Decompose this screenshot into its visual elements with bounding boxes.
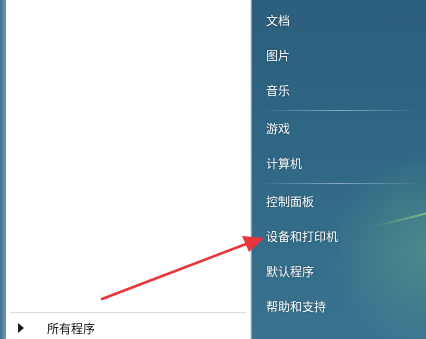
menu-item-games[interactable]: 游戏 — [266, 115, 416, 141]
menu-item-documents[interactable]: 文档 — [266, 7, 416, 33]
play-arrow-icon — [18, 323, 24, 333]
menu-item-devices-and-printers[interactable]: 设备和打印机 — [266, 223, 416, 249]
menu-item-label: 文档 — [266, 13, 291, 28]
menu-item-label: 设备和打印机 — [266, 229, 339, 244]
menu-item-label: 帮助和支持 — [266, 299, 327, 314]
menu-divider — [258, 110, 420, 111]
menu-item-music[interactable]: 音乐 — [266, 77, 416, 103]
menu-item-label: 默认程序 — [266, 264, 315, 279]
menu-divider — [258, 183, 420, 184]
menu-item-label: 图片 — [266, 48, 291, 63]
start-menu-programs-pane — [6, 0, 251, 339]
all-programs-label: 所有程序 — [47, 321, 96, 336]
menu-item-label: 控制面板 — [266, 194, 315, 209]
menu-item-computer[interactable]: 计算机 — [266, 150, 416, 176]
all-programs-button[interactable]: 所有程序 — [12, 318, 242, 338]
programs-separator — [10, 312, 246, 313]
menu-item-label: 音乐 — [266, 83, 291, 98]
menu-item-help-and-support[interactable]: 帮助和支持 — [266, 293, 416, 319]
menu-item-label: 游戏 — [266, 121, 291, 136]
menu-item-default-programs[interactable]: 默认程序 — [266, 258, 416, 284]
menu-item-label: 计算机 — [266, 156, 303, 171]
menu-item-pictures[interactable]: 图片 — [266, 42, 416, 68]
start-menu-places-pane: 文档 图片 音乐 游戏 计算机 控制面板 设备和打印机 默认程序 帮助和支持 — [251, 0, 426, 339]
menu-item-control-panel[interactable]: 控制面板 — [266, 188, 416, 214]
